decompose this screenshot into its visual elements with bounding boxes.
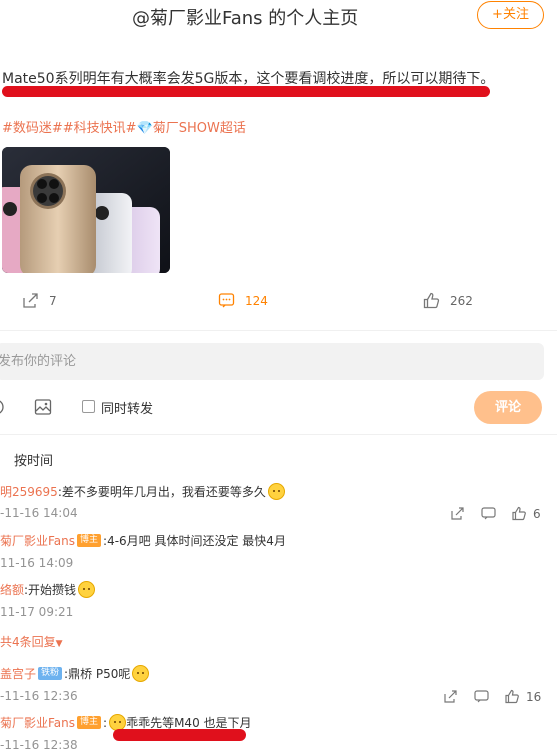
comment-text: :差不多要明年几月出，我看还要等多久	[57, 485, 266, 499]
repost-count: 7	[49, 293, 57, 308]
comment-line: 明259695 :差不多要明年几月出，我看还要等多久	[0, 483, 285, 500]
comment-time: -11-16 12:36	[0, 689, 78, 703]
comment-action[interactable]: 124	[218, 292, 268, 309]
follow-button[interactable]: +关注	[477, 1, 544, 29]
highlight-underline	[113, 729, 246, 741]
forward-checkbox[interactable]	[82, 400, 95, 413]
fan-badge: 铁粉	[38, 667, 63, 680]
submit-comment-button[interactable]: 评论	[474, 391, 542, 424]
crying-emoji-icon	[267, 483, 285, 500]
comment-line: 菊厂影业Fans 博主 :4-6月吧 具体时间还没定 最快4月	[0, 532, 286, 549]
profile-header: @菊厂影业Fans 的个人主页 +关注	[0, 0, 557, 34]
comment-like-count: 16	[526, 689, 542, 704]
comment-time: 11-17 09:21	[0, 605, 74, 619]
like-count: 262	[450, 293, 473, 308]
comment-text: :开始攒钱	[24, 583, 77, 597]
share-icon[interactable]	[450, 506, 465, 521]
post-hashtags[interactable]: #数码迷##科技快讯#💎菊厂SHOW超话	[2, 117, 246, 136]
thumbs-up-icon[interactable]	[505, 689, 520, 704]
comment-time: -11-16 12:38	[0, 738, 78, 752]
share-icon[interactable]	[443, 689, 458, 704]
comment-line: 络额 :开始攒钱	[0, 581, 96, 598]
comment-time: -11-16 14:04	[0, 506, 78, 520]
author-badge: 博主	[77, 534, 102, 547]
comment-input[interactable]: 发布你的评论	[0, 343, 544, 380]
emoji-icon[interactable]	[0, 398, 6, 416]
repost-action[interactable]: 7	[22, 292, 57, 309]
thumbs-up-icon[interactable]	[512, 506, 527, 521]
post-text: Mate50系列明年有大概率会发5G版本，这个要看调校进度，所以可以期待下。	[2, 71, 495, 87]
sort-by-time[interactable]: 按时间	[14, 450, 53, 469]
comment-count: 124	[245, 293, 268, 308]
comment-username[interactable]: 络额	[0, 581, 24, 598]
doge-emoji-icon	[78, 581, 96, 598]
divider	[0, 434, 557, 435]
comment-icon	[218, 293, 235, 308]
comment-username[interactable]: 菊厂影业Fans	[0, 532, 75, 549]
comment-time: 11-16 14:09	[0, 556, 74, 570]
comment-text: :4-6月吧 具体时间还没定 最快4月	[103, 534, 286, 548]
comment-username[interactable]: 明259695	[0, 483, 58, 500]
highlight-underline	[2, 86, 490, 97]
comment-actions: 16	[443, 689, 541, 704]
page-title: @菊厂影业Fans 的个人主页	[132, 8, 359, 29]
comment-username[interactable]: 盖宫子	[0, 665, 36, 682]
comment-line: 盖宫子 铁粉 :鼎桥 P50呢	[0, 665, 150, 682]
composer-tools: 同时转发 评论	[0, 390, 557, 426]
comment-actions: 6	[450, 506, 541, 521]
like-action[interactable]: 262	[423, 292, 473, 309]
phone-photo	[2, 147, 170, 273]
comment-like-count: 6	[533, 506, 541, 521]
comment-username[interactable]: 菊厂影业Fans	[0, 714, 75, 731]
comment-icon[interactable]	[481, 506, 496, 521]
divider	[0, 330, 557, 331]
forward-label: 同时转发	[101, 402, 154, 417]
share-icon	[23, 293, 38, 308]
image-icon[interactable]	[34, 398, 52, 416]
thumbs-up-icon	[423, 292, 440, 309]
post-image[interactable]	[2, 147, 170, 273]
more-replies-link[interactable]: 共4条回复▼	[0, 633, 63, 650]
comment-icon[interactable]	[474, 689, 489, 704]
post-action-bar: 7 124 262	[0, 288, 557, 318]
comment-text: :鼎桥 P50呢	[64, 667, 131, 681]
doge-emoji-icon	[132, 665, 150, 682]
author-badge: 博主	[77, 716, 102, 729]
